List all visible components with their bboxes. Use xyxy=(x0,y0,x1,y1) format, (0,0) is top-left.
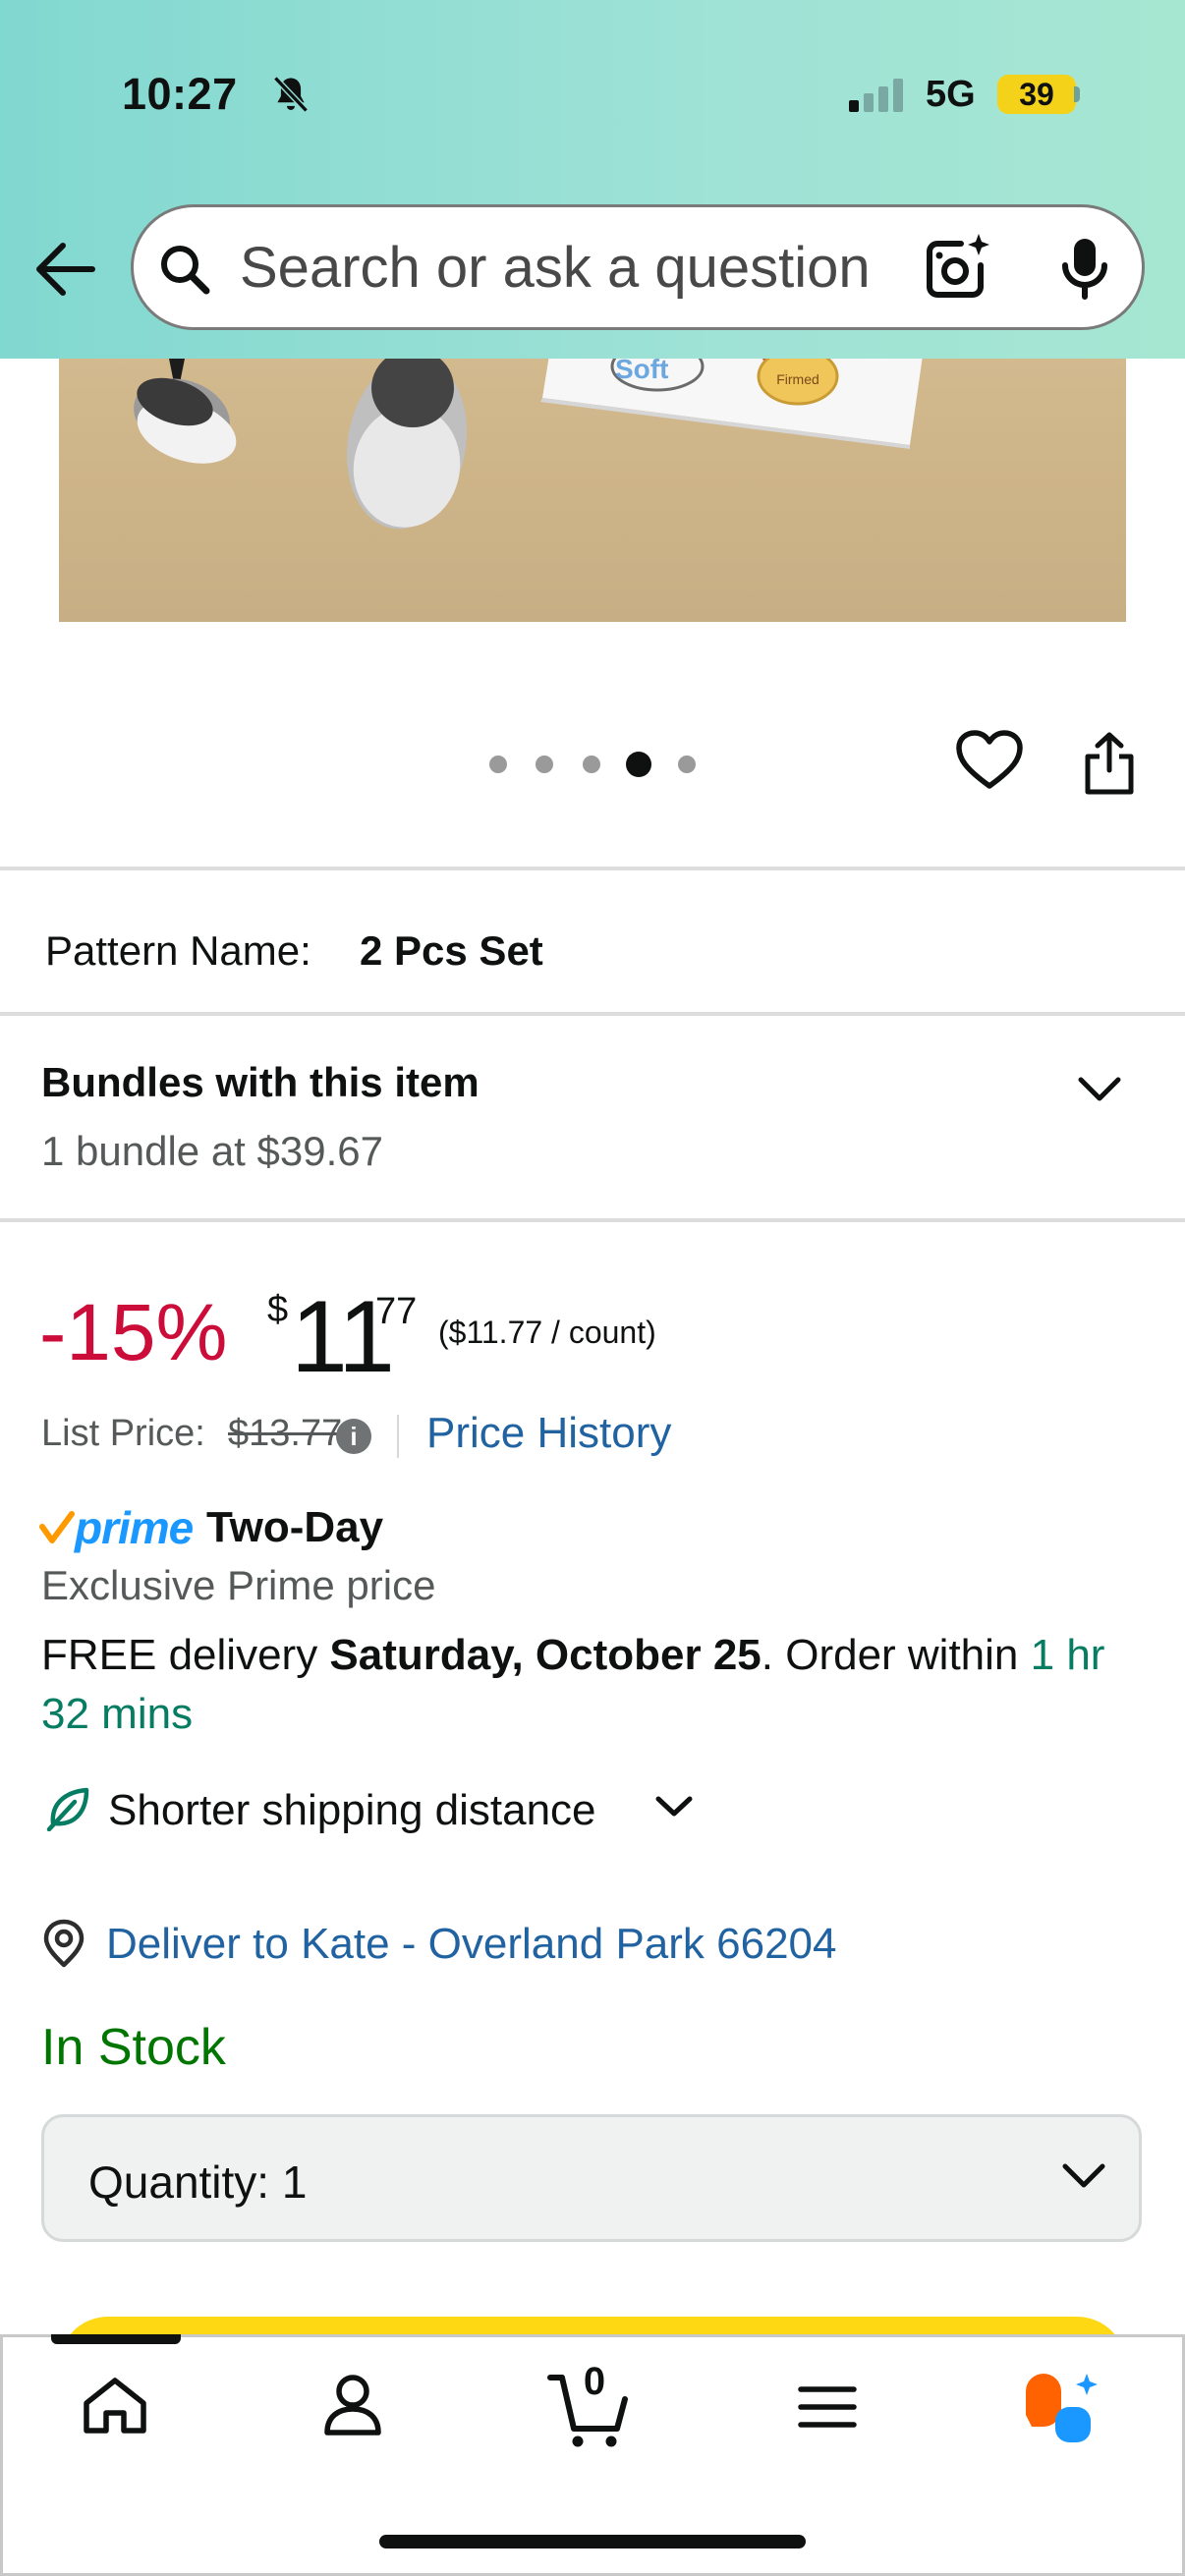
bundles-section[interactable] xyxy=(0,1016,1185,1218)
chevron-down-icon[interactable] xyxy=(1077,1075,1122,1109)
delivery-message: FREE delivery Saturday, October 25. Orde… xyxy=(41,1631,1152,1680)
card-badge-text: Firmed xyxy=(776,371,819,387)
pattern-name-value[interactable]: 2 Pcs Set xyxy=(360,927,543,975)
menu-icon[interactable] xyxy=(798,2385,857,2434)
search-icon xyxy=(157,242,212,302)
unit-price: ($11.77 / count) xyxy=(438,1315,656,1350)
delivery-prefix: FREE delivery xyxy=(41,1631,330,1679)
delivery-middle: . Order within xyxy=(761,1631,1031,1679)
exclusive-prime-price: Exclusive Prime price xyxy=(41,1562,436,1608)
network-label: 5G xyxy=(926,74,976,115)
nav-border xyxy=(0,2334,3,2576)
stock-status: In Stock xyxy=(41,2019,226,2076)
share-icon[interactable] xyxy=(1083,731,1136,801)
battery-cap xyxy=(1074,86,1080,102)
battery-indicator: 39 xyxy=(997,75,1076,114)
carousel-dot[interactable] xyxy=(536,756,553,773)
section-divider xyxy=(0,867,1185,870)
delivery-countdown-a: 1 hr xyxy=(1030,1631,1105,1679)
price-currency: $ xyxy=(267,1289,289,1330)
product-image[interactable]: Firmed xyxy=(59,359,1126,622)
list-price-value: $13.77 xyxy=(228,1413,343,1454)
discount-percent: -15% xyxy=(39,1288,228,1377)
chevron-down-icon[interactable] xyxy=(1061,2161,1106,2196)
status-time: 10:27 xyxy=(122,69,238,119)
rufus-assistant-icon[interactable] xyxy=(1022,2372,1100,2451)
leaf-icon xyxy=(45,1786,90,1836)
heart-icon[interactable] xyxy=(955,729,1024,797)
vertical-separator xyxy=(397,1415,399,1458)
home-indicator xyxy=(379,2535,806,2548)
location-pin-icon xyxy=(39,1918,88,1974)
pattern-name-label: Pattern Name: xyxy=(45,927,311,974)
home-icon[interactable] xyxy=(81,2376,149,2441)
camera-search-icon[interactable] xyxy=(922,232,992,308)
nav-active-indicator xyxy=(51,2334,181,2344)
bell-slash-icon xyxy=(269,73,312,121)
account-icon[interactable] xyxy=(320,2372,385,2441)
chevron-down-icon[interactable] xyxy=(654,1794,694,1824)
carousel-dot[interactable] xyxy=(489,756,507,773)
price-fraction: 77 xyxy=(375,1291,418,1332)
deliver-to-link[interactable]: Deliver to Kate - Overland Park 66204 xyxy=(106,1920,837,1969)
signal-icon xyxy=(849,79,908,119)
list-price-label: List Price: xyxy=(41,1413,205,1454)
bundles-subtitle: 1 bundle at $39.67 xyxy=(41,1128,383,1174)
cart-count: 0 xyxy=(583,2360,606,2403)
delivery-countdown-b: 32 mins xyxy=(41,1690,194,1738)
prime-check-icon xyxy=(39,1511,75,1549)
prime-badge: prime xyxy=(75,1502,194,1553)
search-input[interactable] xyxy=(240,232,918,303)
quantity-label: Quantity: 1 xyxy=(88,2156,308,2208)
shorter-shipping-label[interactable]: Shorter shipping distance xyxy=(108,1786,596,1835)
delivery-date: Saturday, October 25 xyxy=(329,1631,762,1679)
price-history-link[interactable]: Price History xyxy=(426,1409,671,1458)
carousel-dot-active[interactable] xyxy=(626,752,651,777)
info-icon[interactable]: i xyxy=(336,1419,371,1454)
back-arrow-icon[interactable] xyxy=(33,240,98,304)
microphone-icon[interactable] xyxy=(1057,236,1112,306)
carousel-dot[interactable] xyxy=(583,756,600,773)
carousel-dot[interactable] xyxy=(678,756,696,773)
prime-speed: Two-Day xyxy=(206,1503,384,1551)
section-divider xyxy=(0,1218,1185,1222)
bundles-title: Bundles with this item xyxy=(41,1059,480,1105)
